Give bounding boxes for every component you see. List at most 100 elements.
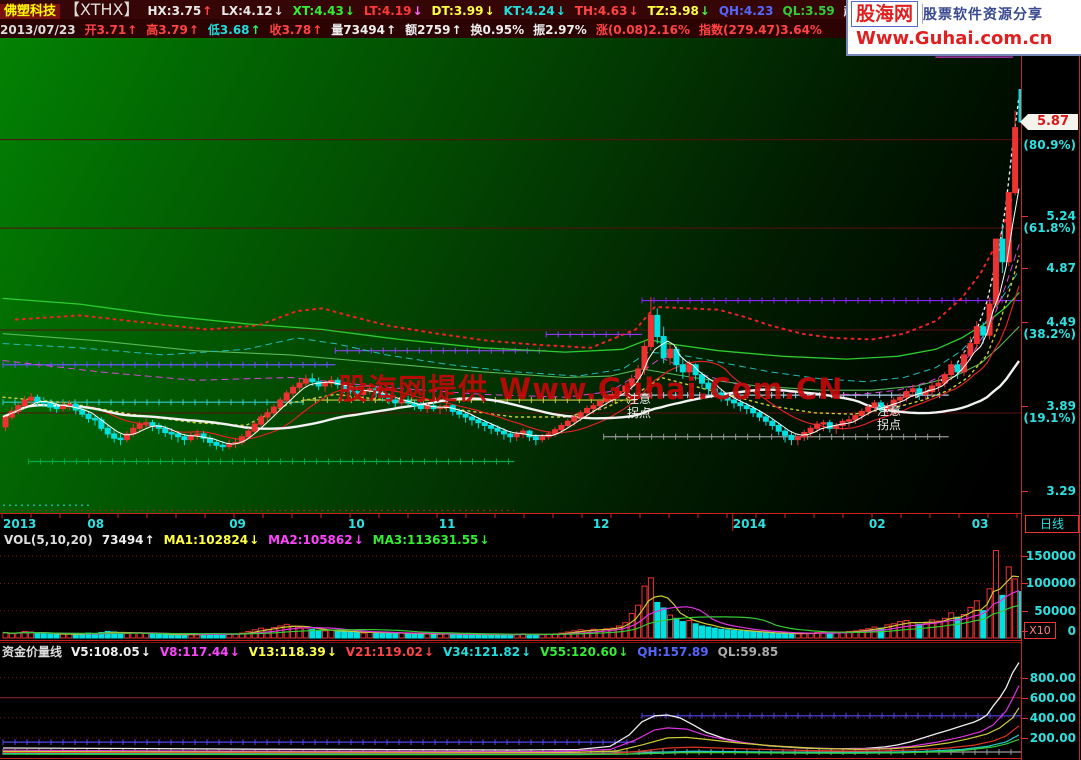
axis-pct-label: (38.2%): [1023, 326, 1076, 341]
indicator-field-6: TH:4.63↓: [574, 4, 639, 18]
axis-label: 100000: [1025, 576, 1076, 591]
date-label-02: 02: [868, 517, 886, 531]
overlay-green-upper: [2, 292, 1020, 360]
date-label-2014: 2014: [732, 517, 767, 531]
indicator-field-0: HX:3.75↑: [147, 4, 213, 18]
volume-pane-header: VOL(5,10,20) 73494↑ MA1:102824↓ MA2:105862↓…: [0, 532, 1025, 547]
quote-field-7: 换0.95%: [470, 23, 525, 37]
money-line-white: [2, 662, 1020, 751]
money-field-1: V5:108.05↓: [71, 645, 151, 659]
vol-ma-5: [2, 575, 1020, 636]
vol-field-2: MA1:102824↓: [163, 533, 260, 547]
guhai-url[interactable]: Www.Guhai.com.cn: [856, 28, 1081, 50]
quote-field-5: 量73494↑: [331, 23, 397, 37]
guhai-logo-text: 股海网: [851, 1, 919, 27]
money-field-2: V8:117.44↓: [159, 645, 240, 659]
money-field-6: V55:120.60↓: [540, 645, 629, 659]
axis-label: 200.00: [1029, 730, 1076, 745]
vol-field-0: VOL(5,10,20): [4, 533, 93, 547]
overlay-red-dotted-envelope: [14, 194, 1014, 349]
date-label-03: 03: [971, 517, 989, 531]
axis-tick: [1022, 631, 1028, 632]
volume-bars: [2, 550, 1021, 639]
axis-tick: [1022, 268, 1028, 270]
indicator-field-4: DT:3.99↓: [431, 4, 495, 18]
money-field-0: 资金价量线: [2, 645, 63, 659]
guhai-logo-banner: 股海网 股票软件资源分享 Www.Guhai.com.cn: [846, 0, 1081, 56]
money-line-yellow: [2, 707, 1020, 754]
money-pane-header: 资金价量线 V5:108.05↓ V8:117.44↓ V13:118.39↓ V21:…: [0, 642, 1023, 659]
axis-pct-label: (80.9%): [1023, 137, 1076, 152]
stock-app-window: 佛塑科技 【XTHX】 HX:3.75↑ LX:4.12↓ XT:4.43↓ LT:4.1…: [0, 0, 1081, 760]
period-selector-daily[interactable]: 日线: [1025, 515, 1079, 533]
date-label-12: 12: [592, 517, 610, 531]
axis-tick: [1022, 215, 1028, 217]
watermark-text: 股海网提供 Www.Guhai.Com.CN: [338, 372, 844, 406]
axis-tick: [1022, 491, 1028, 493]
indicator-field-2: XT:4.43↓: [292, 4, 355, 18]
marker-row: [28, 458, 515, 465]
axis-label: 400.00: [1029, 710, 1076, 725]
indicator-field-9: QL:3.59: [782, 4, 835, 18]
indicator-field-3: LT:4.19↓: [363, 4, 423, 18]
axis-tick: [1022, 717, 1028, 719]
axis-pct-label: (19.1%): [1023, 411, 1076, 426]
money-field-5: V34:121.82↓: [442, 645, 532, 659]
axis-label: 4.87: [1046, 261, 1076, 276]
axis-tick: [1022, 321, 1028, 323]
axis-tick: [1022, 406, 1028, 408]
guhai-slogan: 股票软件资源分享: [922, 4, 1043, 24]
money-field-7: QH:157.89: [637, 645, 709, 659]
indicator-field-5: KT:4.24↓: [503, 4, 566, 18]
axis-pct-label: (61.8%): [1023, 220, 1076, 235]
quote-field-2: 高3.79↑: [146, 23, 199, 37]
axis-label: 150000: [1025, 548, 1076, 563]
quote-field-0: 2013/07/23: [0, 23, 76, 37]
indicator-field-7: TZ:3.98↓: [647, 4, 710, 18]
date-label-09: 09: [229, 517, 246, 531]
vol-field-3: MA2:105862↓: [268, 533, 364, 547]
stock-code-tag: 【XTHX】: [64, 0, 140, 19]
vol-ma-10: [2, 589, 1020, 636]
quote-field-9: 涨(0.08)2.16%: [595, 23, 691, 37]
date-label-10: 10: [348, 517, 365, 531]
vol-field-4: MA3:113631.55↓: [372, 533, 490, 547]
quote-field-6: 额2759↑: [405, 23, 462, 37]
quote-field-10: 指数(279.47)3.64%: [699, 23, 822, 37]
date-label-08: 08: [87, 517, 105, 531]
right-axis-column: 5.87 日线 X10 (80.9%) 5.24 (61.8%) 4.87 4.49 (3…: [1020, 38, 1081, 760]
axis-tick: [1022, 610, 1028, 612]
quote-field-4: 收3.78↑: [269, 23, 323, 37]
date-axis-strip[interactable]: 2013 08 09 10 11 12 2014 02 03: [0, 513, 1021, 534]
money-field-3: V13:118.39↓: [248, 645, 337, 659]
annotation-turning-point-1: 注意 拐点: [627, 392, 652, 420]
bottom-border: [0, 758, 1081, 759]
marker-row: [641, 297, 1021, 304]
axis-inner-line: [1079, 38, 1080, 760]
axis-tick: [1022, 737, 1028, 739]
axis-label: 0: [1067, 624, 1076, 638]
volume-scale-toggle[interactable]: X10: [1024, 622, 1056, 639]
axis-label: 600.00: [1029, 690, 1076, 705]
quote-field-8: 振2.97%: [533, 23, 587, 37]
annotation-turning-point-2: 注意 拐点: [877, 404, 902, 432]
stock-name[interactable]: 佛塑科技: [0, 4, 61, 19]
quote-field-1: 开3.71↑: [84, 23, 138, 37]
marker-row: [2, 361, 336, 368]
indicator-field-8: QH:4.23: [718, 4, 774, 18]
axis-tick: [1022, 697, 1028, 699]
date-label-2013: 2013: [3, 517, 37, 531]
money-line-canvas[interactable]: [0, 658, 1021, 760]
money-field-8: QL:59.85: [717, 645, 779, 659]
money-field-4: V21:119.02↓: [345, 645, 434, 659]
indicator-field-1: LX:4.12↓: [221, 4, 284, 18]
quote-values: 2013/07/23 开3.71↑ 高3.79↑ 低3.68↑ 收3.78↑ 量73494…: [0, 19, 831, 38]
date-label-11: 11: [438, 517, 456, 531]
axis-tick: [1022, 583, 1028, 585]
axis-label: 3.29: [1046, 484, 1076, 499]
axis-label: 50000: [1034, 603, 1076, 618]
main-chart-canvas[interactable]: [0, 38, 1021, 513]
quote-field-3: 低3.68↑: [207, 23, 261, 37]
axis-tick: [1022, 677, 1028, 679]
volume-chart-canvas[interactable]: [0, 546, 1021, 641]
